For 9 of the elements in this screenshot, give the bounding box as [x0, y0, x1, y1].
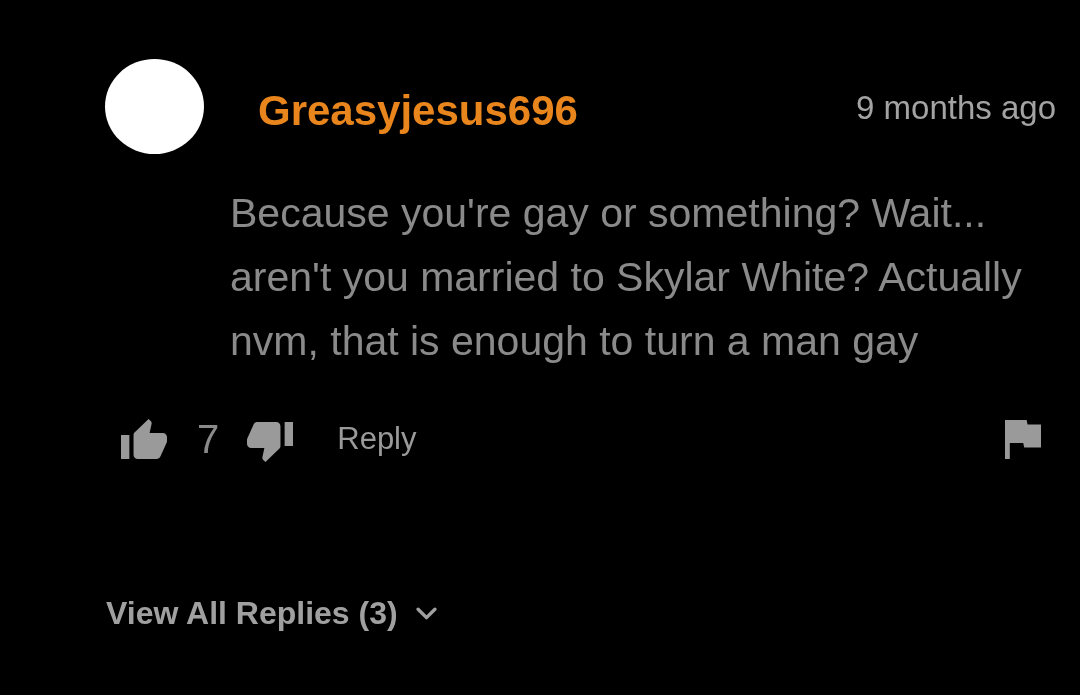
thumbs-up-icon[interactable] [121, 419, 167, 459]
username[interactable]: Greasyjesus696 [258, 86, 578, 135]
like-count: 7 [197, 416, 220, 462]
flag-icon[interactable] [1005, 419, 1041, 459]
comment-text: Because you're gay or something? Wait... aren't you married to Skylar White? Actually nvm, that is enough to turn a man gay [230, 189, 1023, 366]
view-replies-button[interactable]: View All Replies (3) [106, 595, 437, 632]
timestamp: 9 months ago [856, 88, 1056, 127]
thumbs-down-icon[interactable] [247, 422, 294, 462]
reply-button[interactable]: Reply [337, 421, 417, 457]
